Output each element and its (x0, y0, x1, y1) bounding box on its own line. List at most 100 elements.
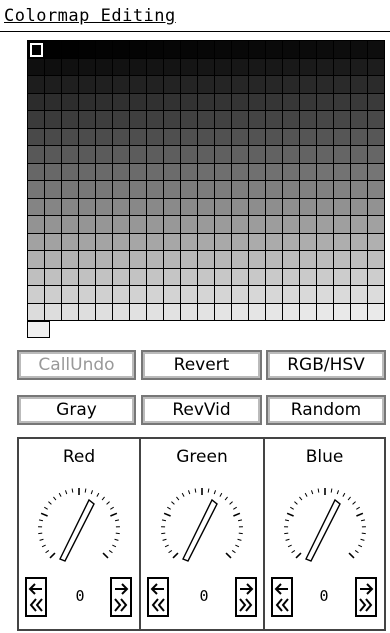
colormap-cell[interactable] (351, 268, 368, 286)
colormap-cell[interactable] (28, 76, 45, 94)
colormap-cell[interactable] (62, 198, 79, 216)
colormap-cell[interactable] (334, 233, 351, 251)
colormap-cell[interactable] (300, 268, 317, 286)
colormap-cell[interactable] (62, 58, 79, 76)
colormap-cell[interactable] (113, 268, 130, 286)
colormap-cell[interactable] (147, 41, 164, 59)
colormap-cell[interactable] (62, 286, 79, 304)
colormap-cell[interactable] (300, 111, 317, 129)
colormap-cell[interactable] (368, 251, 385, 269)
colormap-cell[interactable] (249, 163, 266, 181)
colormap-cell[interactable] (249, 251, 266, 269)
colormap-cell[interactable] (232, 146, 249, 164)
colormap-cell[interactable] (79, 93, 96, 111)
colormap-cell[interactable] (283, 146, 300, 164)
colormap-cell[interactable] (266, 268, 283, 286)
colormap-cell[interactable] (317, 58, 334, 76)
colormap-cell[interactable] (232, 286, 249, 304)
colormap-cell[interactable] (28, 286, 45, 304)
colormap-cell[interactable] (351, 58, 368, 76)
colormap-cell[interactable] (249, 128, 266, 146)
colormap-cell[interactable] (232, 41, 249, 59)
colormap-cell[interactable] (181, 286, 198, 304)
colormap-cell[interactable] (351, 111, 368, 129)
colormap-cell[interactable] (147, 146, 164, 164)
colormap-cell[interactable] (96, 128, 113, 146)
colormap-cell[interactable] (266, 181, 283, 199)
colormap-cell[interactable] (249, 146, 266, 164)
colormap-cell[interactable] (198, 93, 215, 111)
colormap-cell[interactable] (232, 198, 249, 216)
colormap-cell[interactable] (232, 128, 249, 146)
colormap-cell[interactable] (300, 233, 317, 251)
colormap-cell[interactable] (164, 286, 181, 304)
colormap-cell[interactable] (198, 251, 215, 269)
colormap-cell[interactable] (96, 111, 113, 129)
colormap-cell[interactable] (198, 268, 215, 286)
colormap-cell[interactable] (164, 163, 181, 181)
colormap-cell[interactable] (45, 216, 62, 234)
colormap-cell[interactable] (147, 216, 164, 234)
colormap-cell[interactable] (368, 146, 385, 164)
colormap-cell[interactable] (249, 93, 266, 111)
colormap-cell[interactable] (62, 303, 79, 321)
colormap-cell[interactable] (113, 93, 130, 111)
colormap-cell[interactable] (368, 233, 385, 251)
colormap-cell[interactable] (232, 181, 249, 199)
colormap-cell[interactable] (79, 41, 96, 59)
colormap-cell[interactable] (130, 128, 147, 146)
colormap-cell[interactable] (147, 163, 164, 181)
colormap-cell[interactable] (249, 268, 266, 286)
colormap-cell[interactable] (45, 233, 62, 251)
colormap-cell[interactable] (79, 198, 96, 216)
colormap-cell[interactable] (198, 286, 215, 304)
colormap-cell[interactable] (28, 58, 45, 76)
colormap-cell[interactable] (79, 286, 96, 304)
colormap-cell[interactable] (45, 303, 62, 321)
colormap-cell[interactable] (300, 163, 317, 181)
colormap-cell[interactable] (198, 58, 215, 76)
colormap-cell[interactable] (317, 286, 334, 304)
colormap-cell[interactable] (317, 111, 334, 129)
colormap-cell[interactable] (351, 76, 368, 94)
random-button[interactable]: Random (266, 395, 386, 425)
colormap-cell[interactable] (317, 251, 334, 269)
colormap-cell[interactable] (181, 128, 198, 146)
colormap-cell[interactable] (28, 268, 45, 286)
colormap-cell[interactable] (164, 111, 181, 129)
colormap-cell[interactable] (62, 146, 79, 164)
colormap-cell[interactable] (215, 181, 232, 199)
colormap-cell[interactable] (266, 76, 283, 94)
colormap-cell[interactable] (62, 93, 79, 111)
colormap-cell[interactable] (351, 216, 368, 234)
colormap-cell[interactable] (317, 146, 334, 164)
colormap-cell[interactable] (130, 163, 147, 181)
colormap-cell[interactable] (300, 303, 317, 321)
colormap-cell[interactable] (368, 163, 385, 181)
colormap-cell[interactable] (368, 58, 385, 76)
colormap-cell[interactable] (232, 76, 249, 94)
colormap-cell[interactable] (334, 286, 351, 304)
colormap-cell[interactable] (113, 233, 130, 251)
colormap-cell[interactable] (198, 146, 215, 164)
colormap-cell[interactable] (164, 146, 181, 164)
colormap-cell[interactable] (45, 163, 62, 181)
colormap-cell[interactable] (317, 93, 334, 111)
colormap-cell[interactable] (45, 198, 62, 216)
colormap-cell[interactable] (215, 111, 232, 129)
colormap-cell[interactable] (215, 146, 232, 164)
colormap-cell[interactable] (28, 216, 45, 234)
colormap-cell[interactable] (96, 303, 113, 321)
colormap-cell[interactable] (45, 76, 62, 94)
colormap-cell[interactable] (317, 303, 334, 321)
colormap-cell[interactable] (215, 251, 232, 269)
colormap-cell[interactable] (215, 198, 232, 216)
colormap-cell[interactable] (164, 76, 181, 94)
colormap-cell[interactable] (232, 58, 249, 76)
colormap-cell[interactable] (164, 303, 181, 321)
colormap-cell[interactable] (130, 286, 147, 304)
colormap-cell[interactable] (28, 233, 45, 251)
colormap-cell[interactable] (283, 93, 300, 111)
colormap-cell[interactable] (147, 93, 164, 111)
colormap-cell[interactable] (249, 181, 266, 199)
